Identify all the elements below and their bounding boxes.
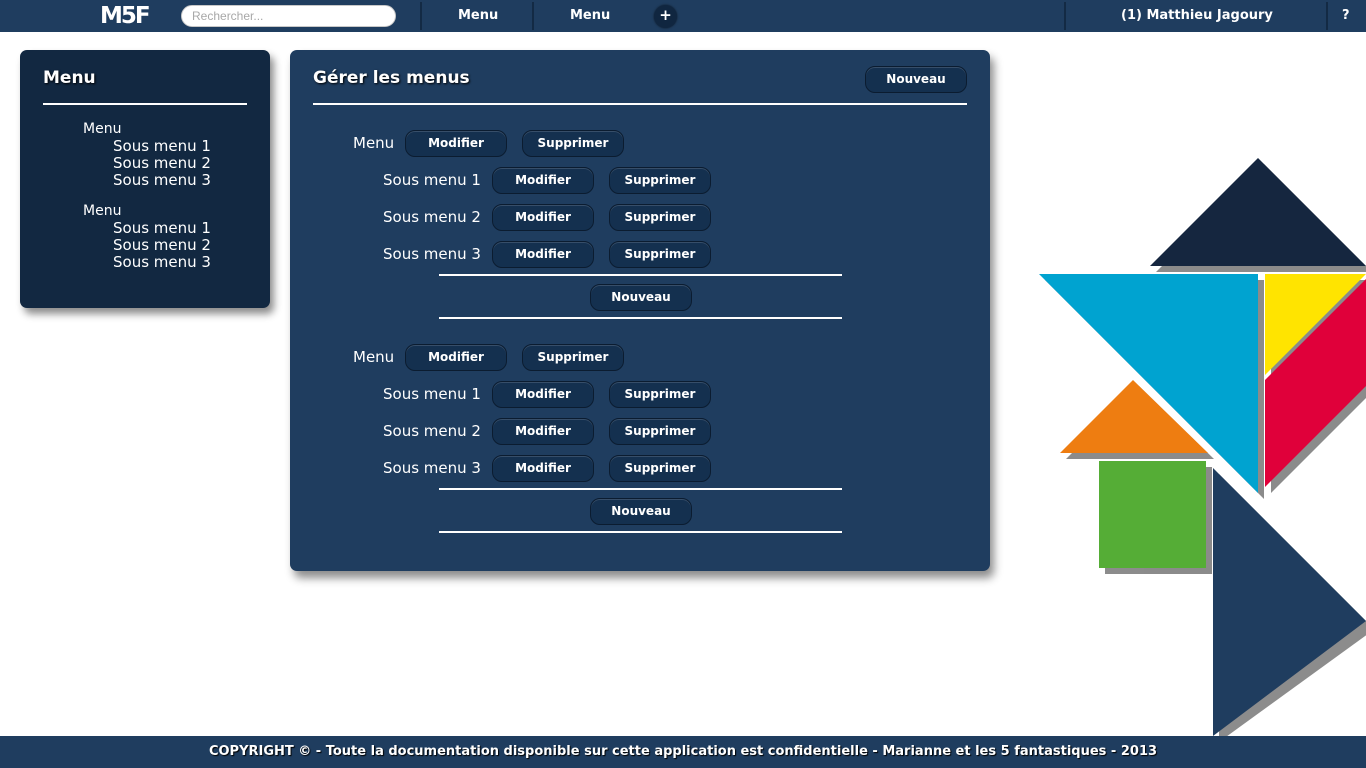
tangram-blue-triangle (1213, 468, 1366, 736)
tangram-green-square (1099, 461, 1206, 568)
tangram-cyan-triangle (1039, 274, 1258, 493)
footer-copyright: COPYRIGHT © - Toute la documentation dis… (0, 736, 1366, 768)
tangram-decoration (1039, 158, 1366, 742)
tangram-navy-triangle (1150, 158, 1366, 266)
